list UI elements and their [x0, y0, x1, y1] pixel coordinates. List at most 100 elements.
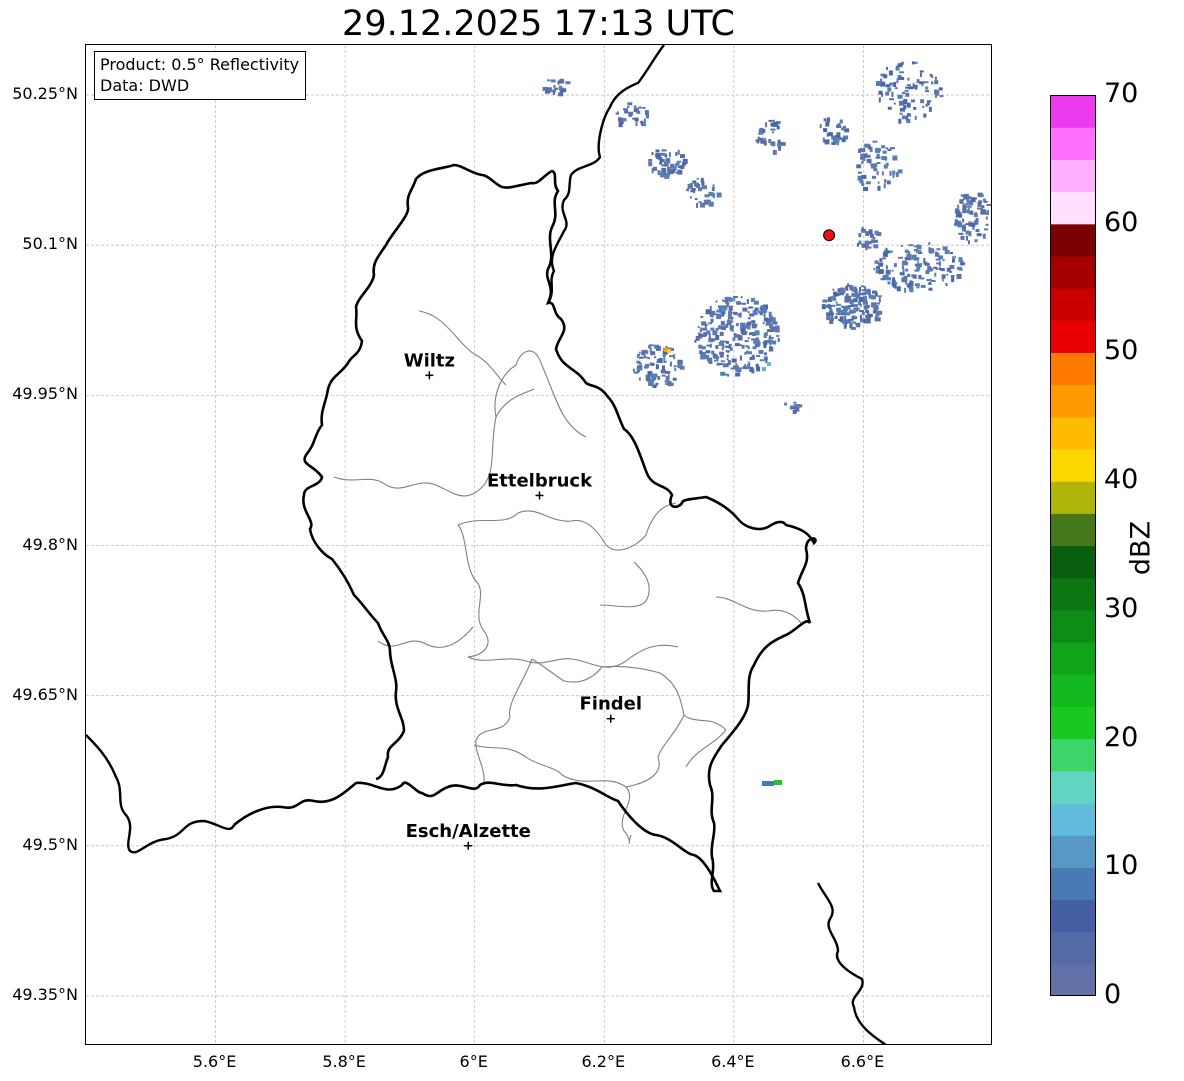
radar-echo-pixel — [762, 781, 774, 786]
radar-echo-pixel — [867, 290, 871, 296]
radar-echo-pixel — [720, 360, 725, 363]
radar-echo-pixel — [885, 265, 888, 270]
radar-echo-pixel — [835, 134, 841, 138]
radar-echo-pixel — [986, 204, 991, 206]
radar-echo-pixel — [714, 356, 720, 360]
colorbar-tick: 60 — [1104, 206, 1139, 238]
radar-echo-pixel — [769, 342, 772, 345]
radar-echo-pixel — [859, 287, 861, 293]
radar-echo-pixel — [557, 80, 560, 85]
radar-echo-pixel — [855, 295, 861, 299]
radar-echo-pixel — [760, 306, 765, 309]
radar-echo-pixel — [751, 338, 754, 341]
radar-echo-pixel — [689, 196, 692, 199]
radar-echo-pixel — [933, 266, 938, 269]
radar-echo-pixel — [832, 295, 837, 301]
radar-echo-pixel — [883, 74, 888, 79]
radar-echo-pixel — [891, 92, 894, 97]
radar-echo-pixel — [861, 160, 864, 164]
radar-echo-pixel — [823, 118, 827, 122]
colorbar-segment — [1050, 127, 1096, 160]
radar-echo-pixel — [678, 166, 683, 169]
radar-echo-pixel — [966, 198, 970, 203]
radar-echo-pixel — [744, 351, 747, 355]
radar-echo-pixel — [899, 112, 903, 115]
radar-echo-pixel — [741, 344, 745, 349]
radar-echo-pixel — [640, 120, 644, 124]
radar-echo-pixel — [900, 109, 905, 112]
radar-echo-pixel — [707, 357, 712, 362]
radar-echo-pixel — [661, 164, 666, 167]
radar-echo-pixel — [919, 277, 925, 280]
radar-echo-pixel — [677, 359, 683, 365]
radar-echo-pixel — [687, 183, 693, 189]
city-labels: Wiltz Ettelbruck Findel Esch/Alzette — [404, 350, 642, 850]
x-tick-label: 6.6°E — [840, 1052, 885, 1071]
radar-echo-pixel — [861, 183, 865, 186]
radar-echo-pixel — [962, 229, 966, 232]
radar-echo-pixel — [773, 341, 776, 344]
radar-echo-pixel — [930, 280, 936, 282]
city-label: Ettelbruck — [487, 470, 593, 491]
radar-echo-pixel — [901, 265, 904, 269]
radar-echo-pixel — [627, 102, 633, 106]
radar-echo-pixel — [985, 223, 989, 226]
radar-echo-pixel — [861, 312, 865, 315]
colorbar-segment — [1050, 255, 1096, 289]
radar-echo-pixel — [638, 356, 644, 359]
radar-echo-pixel — [770, 128, 776, 131]
radar-echo-pixel — [957, 266, 962, 270]
radar-echo-pixel — [792, 405, 795, 408]
radar-echo-pixel — [635, 122, 638, 127]
radar-echo-pixel — [827, 117, 830, 123]
radar-echo-pixel — [842, 306, 847, 308]
radar-echo-pixel — [700, 315, 704, 318]
radar-echo-pixel — [889, 147, 895, 150]
radar-echo-pixel — [851, 288, 857, 292]
radar-echo-pixel — [727, 373, 730, 377]
radar-echo-pixel — [748, 361, 751, 364]
radar-echo-pixel — [699, 350, 703, 355]
radar-echo-pixel — [844, 128, 850, 133]
radar-echo-pixel — [754, 307, 759, 311]
radar-echo-pixel — [885, 247, 888, 251]
radar-echo-pixel — [941, 276, 945, 280]
radar-echo-pixel — [900, 244, 903, 247]
radar-echo-pixel — [738, 312, 742, 318]
colorbar-segment — [1050, 963, 1096, 996]
radar-echo-pixel — [937, 253, 940, 257]
radar-echo-pixel — [784, 402, 788, 406]
radar-echo-pixel — [878, 262, 884, 267]
radar-echo-pixel — [649, 362, 652, 366]
radar-echo-pixel — [715, 345, 719, 349]
radar-echo-pixel — [755, 339, 760, 344]
radar-echo-pixel — [873, 168, 878, 172]
radar-echo-pixel — [740, 296, 743, 299]
radar-echo-pixel — [852, 298, 858, 303]
map-area[interactable]: Wiltz Ettelbruck Findel Esch/Alzette — [85, 44, 992, 1045]
radar-echo-pixel — [922, 105, 925, 108]
radar-echo-pixel — [840, 310, 843, 313]
radar-echo-pixel — [974, 239, 978, 243]
radar-echo-pixel — [920, 263, 922, 268]
radar-echo-pixel — [550, 79, 556, 83]
radar-echo-pixel — [885, 156, 888, 161]
radar-echo-pixel — [722, 363, 727, 368]
radar-echo-pixel — [906, 284, 910, 287]
radar-echo-pixel — [655, 149, 660, 153]
radar-echo-pixel — [751, 354, 755, 358]
colorbar-segment — [1050, 545, 1096, 579]
radar-echo-pixel — [902, 268, 905, 274]
radar-echo-pixel — [872, 237, 876, 240]
radar-echo-pixel — [758, 132, 761, 135]
radar-echo-pixel — [768, 119, 773, 122]
radar-echo-pixel — [856, 164, 862, 169]
radar-echo-pixel — [778, 146, 782, 151]
radar-echo-pixel — [828, 305, 832, 310]
radar-echo-pixel — [887, 149, 892, 151]
radar-site-marker — [823, 229, 836, 242]
radar-echo-pixel — [711, 338, 716, 342]
radar-echo-pixel — [958, 232, 964, 235]
radar-echo-pixel — [872, 175, 876, 179]
radar-echo-pixel — [925, 86, 929, 90]
